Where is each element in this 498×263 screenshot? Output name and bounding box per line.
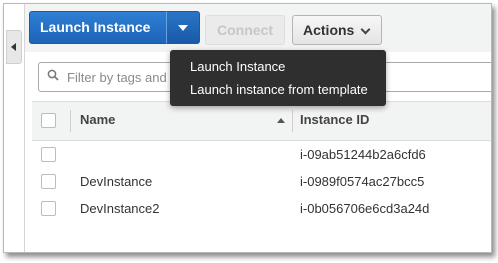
menu-item-launch-instance[interactable]: Launch Instance bbox=[190, 59, 285, 74]
table-row[interactable]: DevInstance i-0989f0574ac27bcc5 bbox=[32, 169, 491, 195]
row-checkbox[interactable] bbox=[41, 147, 56, 162]
row-checkbox[interactable] bbox=[41, 201, 56, 216]
instance-id: i-09ab51244b2a6cfd6 bbox=[300, 147, 426, 162]
search-input[interactable] bbox=[67, 67, 187, 87]
column-header-name[interactable]: Name bbox=[80, 112, 115, 127]
column-header-instance-id[interactable]: Instance ID bbox=[300, 112, 369, 127]
ec2-instances-panel: Launch Instance Connect Actions Name Ins… bbox=[3, 3, 492, 253]
table-header: Name Instance ID bbox=[32, 101, 491, 141]
collapse-sidebar-toggle[interactable] bbox=[6, 30, 22, 64]
chevron-left-icon bbox=[11, 43, 16, 51]
row-checkbox[interactable] bbox=[41, 174, 56, 189]
connect-button[interactable]: Connect bbox=[205, 15, 285, 45]
launch-instance-dropdown-button[interactable] bbox=[166, 11, 200, 44]
launch-instance-menu: Launch Instance Launch instance from tem… bbox=[170, 50, 386, 106]
table-row[interactable]: DevInstance2 i-0b056706e6cd3a24d bbox=[32, 196, 491, 222]
actions-button[interactable]: Actions bbox=[292, 15, 382, 45]
table-row[interactable]: i-09ab51244b2a6cfd6 bbox=[32, 142, 491, 168]
left-navigation-rail bbox=[4, 4, 25, 252]
instance-name: DevInstance bbox=[80, 174, 153, 189]
actions-button-label: Actions bbox=[303, 22, 355, 38]
chevron-down-icon bbox=[360, 24, 371, 35]
caret-down-icon bbox=[178, 25, 188, 31]
menu-item-launch-from-template[interactable]: Launch instance from template bbox=[190, 82, 368, 97]
sort-ascending-icon[interactable] bbox=[277, 118, 285, 123]
instance-name: DevInstance2 bbox=[80, 201, 160, 216]
instance-id: i-0989f0574ac27bcc5 bbox=[300, 174, 425, 189]
select-all-checkbox[interactable] bbox=[41, 113, 56, 128]
search-icon bbox=[47, 69, 59, 81]
column-divider bbox=[292, 110, 293, 132]
launch-instance-button[interactable]: Launch Instance bbox=[29, 11, 167, 44]
column-divider bbox=[70, 110, 71, 132]
instance-id: i-0b056706e6cd3a24d bbox=[300, 201, 430, 216]
